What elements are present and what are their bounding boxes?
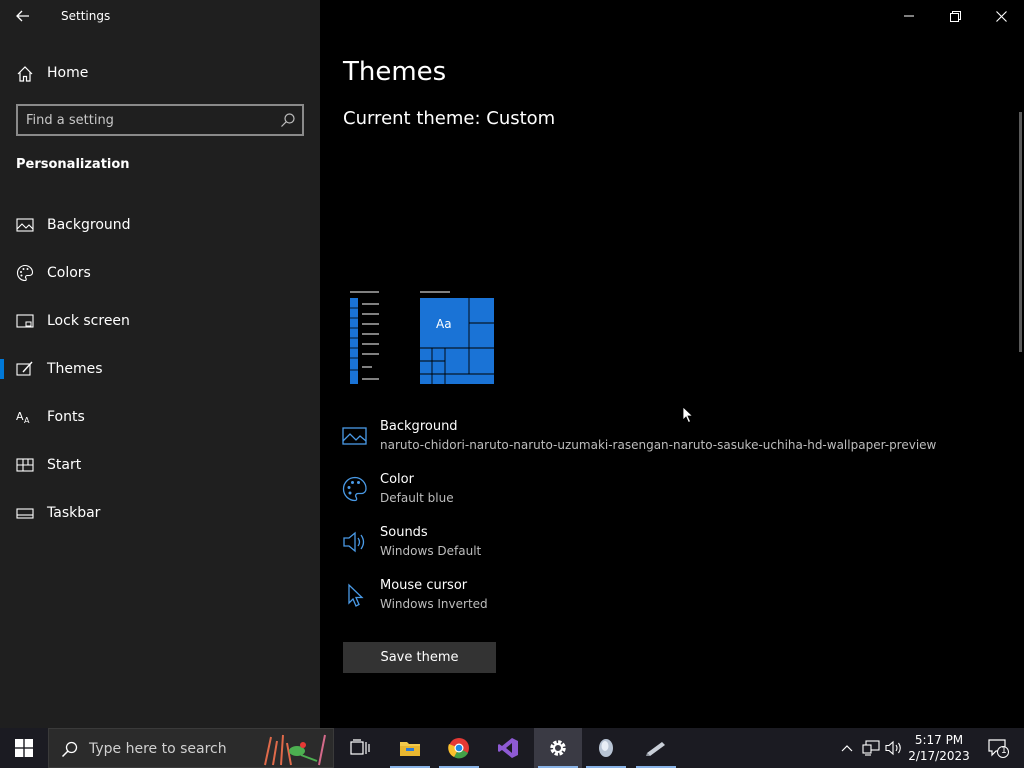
action-center-button[interactable]: 1 [978,728,1018,768]
visual-studio-icon [498,738,518,758]
palette-icon [17,264,34,282]
start-button[interactable] [0,728,48,768]
setting-name: Mouse cursor [380,578,468,593]
start-icon [16,458,34,472]
notification-count: 1 [1001,746,1007,756]
setting-value: Windows Inverted [380,597,488,611]
chevron-up-icon [841,745,853,752]
search-highlight-illustration [264,734,326,766]
palette-icon [342,476,367,502]
section-title: Personalization [16,157,130,172]
svg-text:A: A [16,410,24,423]
volume-icon [885,740,901,756]
setting-value: Default blue [380,491,454,505]
find-setting-box[interactable] [16,104,304,136]
sidebar-item-background[interactable]: Background [0,205,320,245]
mouse-pointer-icon [682,406,694,424]
taskbar: Type here to search 5:17 PM 2/17/2023 1 [0,728,1024,768]
sidebar: Settings Home Personalization Background… [0,0,320,728]
sidebar-item-label: Colors [47,265,91,281]
folder-icon [400,742,420,756]
themes-icon [16,361,33,376]
find-setting-input[interactable] [26,111,276,129]
home-icon [17,66,33,82]
current-theme-label: Current theme: Custom [343,108,556,129]
sidebar-home[interactable]: Home [0,56,320,90]
theme-preview [350,291,494,384]
home-label: Home [47,65,89,81]
speaker-icon [343,531,365,553]
taskbar-app-pinned-2[interactable] [632,728,680,768]
setting-name: Background [380,419,458,434]
taskbar-app-pinned-1[interactable] [582,728,630,768]
task-view-button[interactable] [336,728,384,768]
svg-text:A: A [24,416,30,425]
sidebar-item-label: Lock screen [47,313,130,329]
sidebar-item-label: Start [47,457,82,473]
windows-logo-icon [15,739,33,757]
network-icon [862,740,880,756]
clock-time: 5:17 PM [914,733,964,747]
restore-button[interactable] [932,0,978,32]
theme-preview-text: Aa [436,317,452,331]
taskbar-search-box[interactable]: Type here to search [48,728,334,768]
setting-name: Sounds [380,525,428,540]
main-content: Themes Current theme: Custom Aa Backgrou… [320,0,1024,728]
task-view-icon [350,739,370,755]
page-title: Themes [343,57,447,87]
sidebar-item-fonts[interactable]: AA Fonts [0,397,320,437]
picture-icon [16,218,34,232]
minimize-icon [904,15,914,17]
network-button[interactable] [860,728,882,768]
volume-button[interactable] [884,728,904,768]
window-controls [886,0,1024,32]
chrome-icon [448,738,469,759]
sidebar-item-start[interactable]: Start [0,445,320,485]
back-arrow-icon [16,10,29,22]
sidebar-item-label: Fonts [47,409,85,425]
theme-setting-color[interactable]: Color Default blue [342,472,982,520]
taskbar-app-file-explorer[interactable] [386,728,434,768]
back-button[interactable] [8,2,38,30]
clock-date: 2/17/2023 [908,749,970,763]
minimize-button[interactable] [886,0,932,32]
sidebar-item-themes[interactable]: Themes [0,349,320,389]
sidebar-item-label: Themes [47,361,103,377]
clock[interactable]: 5:17 PM 2/17/2023 [906,732,972,764]
sidebar-item-colors[interactable]: Colors [0,253,320,293]
app-title: Settings [61,9,111,23]
taskbar-app-chrome[interactable] [435,728,483,768]
sidebar-item-label: Background [47,217,131,233]
sidebar-item-label: Taskbar [47,505,101,521]
sidebar-item-lock-screen[interactable]: Lock screen [0,301,320,341]
close-button[interactable] [978,0,1024,32]
cursor-icon [348,583,364,607]
picture-icon [342,427,367,445]
title-bar: Settings [0,0,320,32]
lock-screen-icon [16,314,34,328]
taskbar-app-visual-studio[interactable] [484,728,532,768]
setting-value: naruto-chidori-naruto-naruto-uzumaki-ras… [380,438,937,452]
save-theme-button[interactable]: Save theme [343,642,496,673]
scrollbar[interactable] [1019,112,1022,352]
show-hidden-icons-button[interactable] [836,728,858,768]
search-icon[interactable] [280,112,296,128]
taskbar-icon [16,508,34,519]
fonts-icon: AA [16,410,30,425]
gear-icon [550,740,566,756]
taskbar-search-placeholder: Type here to search [89,741,227,757]
setting-name: Color [380,472,414,487]
active-indicator [0,359,4,379]
sidebar-item-taskbar[interactable]: Taskbar [0,493,320,533]
restore-icon [949,10,961,22]
taskbar-app-settings[interactable] [534,728,582,768]
app-stylus-icon [646,742,665,756]
theme-setting-sounds[interactable]: Sounds Windows Default [342,525,982,573]
close-icon [995,10,1007,22]
search-icon [61,741,78,758]
theme-setting-mouse-cursor[interactable]: Mouse cursor Windows Inverted [342,578,982,626]
setting-value: Windows Default [380,544,482,558]
theme-setting-background[interactable]: Background naruto-chidori-naruto-naruto-… [342,419,982,467]
app-orb-icon [599,739,613,757]
